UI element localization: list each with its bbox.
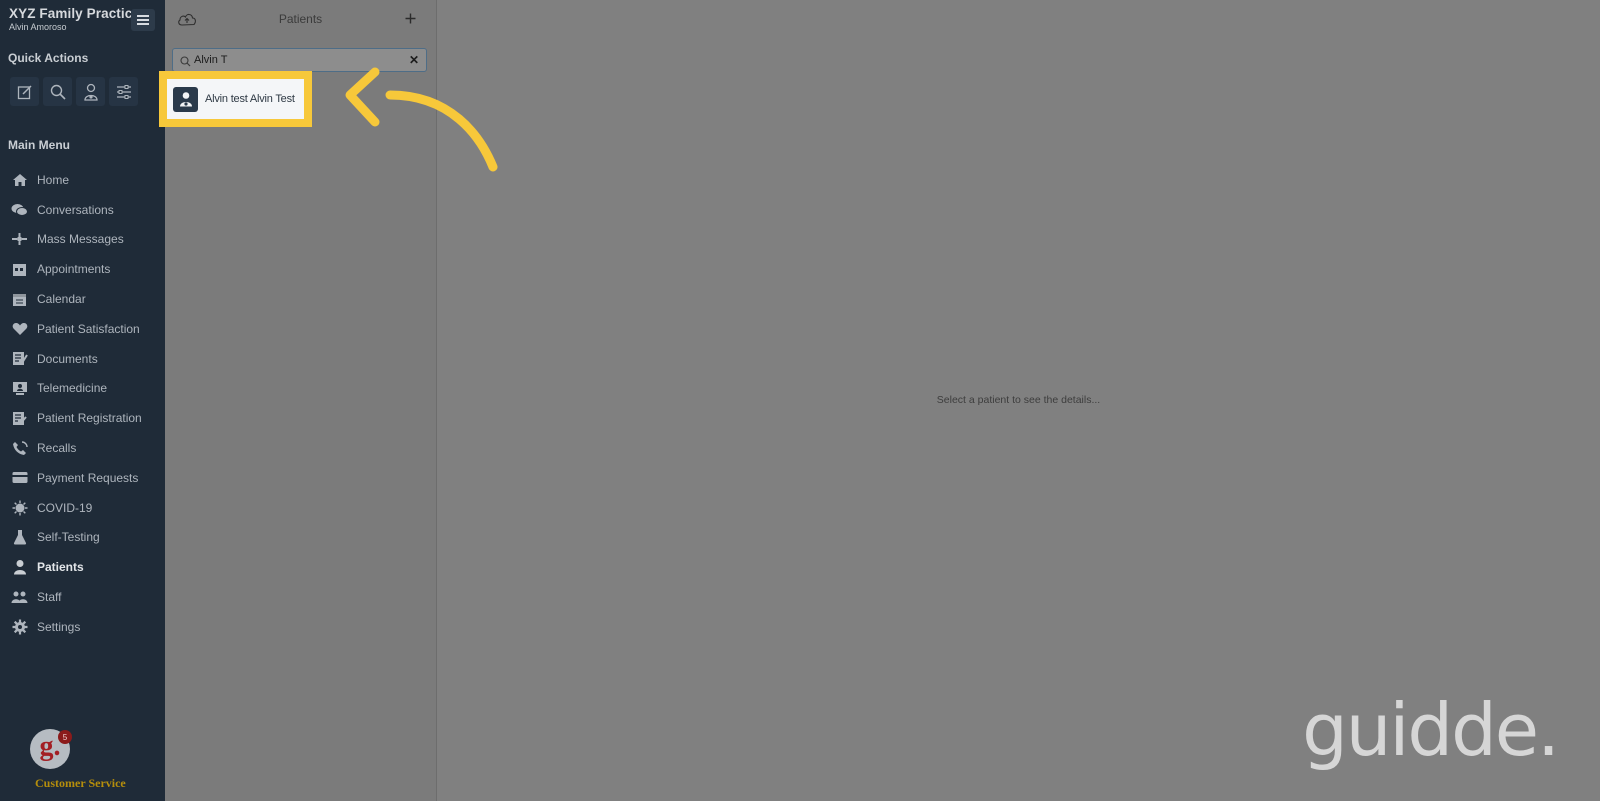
tutorial-arrow-icon bbox=[345, 67, 498, 172]
documents-icon bbox=[11, 351, 28, 367]
sidebar-item-settings[interactable]: Settings bbox=[0, 612, 165, 642]
sidebar-item-payment-requests[interactable]: Payment Requests bbox=[0, 463, 165, 493]
notification-badge: 5 bbox=[58, 730, 72, 744]
practice-name: XYZ Family Practice bbox=[9, 6, 140, 21]
quick-actions bbox=[10, 77, 138, 106]
sidebar-item-label: Conversations bbox=[37, 202, 114, 217]
patient-details-panel: Select a patient to see the details... g… bbox=[437, 0, 1600, 801]
sidebar-item-label: Self-Testing bbox=[37, 530, 100, 545]
main-menu: Home Conversations Mass Messages Appoint… bbox=[0, 165, 165, 642]
registration-icon bbox=[11, 410, 28, 426]
patient-result-item[interactable]: Alvin test Alvin Test bbox=[167, 79, 304, 119]
patient-add-icon bbox=[83, 83, 98, 101]
search-button[interactable] bbox=[43, 77, 72, 106]
broadcast-icon bbox=[11, 231, 28, 247]
gear-icon bbox=[11, 619, 28, 635]
sidebar-item-appointments[interactable]: Appointments bbox=[0, 254, 165, 284]
sidebar-item-label: Telemedicine bbox=[37, 381, 108, 396]
home-icon bbox=[11, 172, 28, 188]
chat-icon bbox=[11, 202, 28, 218]
virus-icon bbox=[11, 500, 28, 516]
highlight-frame: Alvin test Alvin Test bbox=[159, 71, 312, 127]
customer-service-label: Customer Service bbox=[35, 776, 126, 790]
sidebar: XYZ Family Practice Alvin Amoroso Quick … bbox=[0, 0, 166, 801]
guidde-watermark: guidde. bbox=[1302, 688, 1560, 772]
quick-actions-title: Quick Actions bbox=[8, 51, 89, 65]
sidebar-item-patient-registration[interactable]: Patient Registration bbox=[0, 403, 165, 433]
sliders-icon bbox=[116, 84, 131, 99]
empty-details-message: Select a patient to see the details... bbox=[936, 394, 1101, 406]
sidebar-item-label: COVID-19 bbox=[37, 500, 93, 515]
sidebar-item-mass-messages[interactable]: Mass Messages bbox=[0, 225, 165, 255]
patient-name: Alvin test Alvin Test bbox=[205, 93, 295, 105]
app-window: XYZ Family Practice Alvin Amoroso Quick … bbox=[0, 0, 1600, 801]
calendar-icon bbox=[11, 291, 28, 307]
compose-icon bbox=[17, 84, 32, 99]
sidebar-item-documents[interactable]: Documents bbox=[0, 344, 165, 374]
patients-header: Patients bbox=[165, 0, 436, 42]
sidebar-item-patient-satisfaction[interactable]: Patient Satisfaction bbox=[0, 314, 165, 344]
compose-button[interactable] bbox=[10, 77, 39, 106]
sidebar-item-label: Payment Requests bbox=[37, 470, 139, 485]
sidebar-item-label: Patient Satisfaction bbox=[37, 321, 140, 336]
sidebar-item-self-testing[interactable]: Self-Testing bbox=[0, 523, 165, 553]
patient-icon bbox=[11, 559, 28, 575]
sidebar-item-staff[interactable]: Staff bbox=[0, 582, 165, 612]
sidebar-item-label: Appointments bbox=[37, 262, 111, 277]
sidebar-item-recalls[interactable]: Recalls bbox=[0, 433, 165, 463]
telemedicine-icon bbox=[11, 380, 28, 396]
sidebar-item-label: Documents bbox=[37, 351, 98, 366]
sidebar-item-label: Patients bbox=[37, 560, 84, 575]
hamburger-icon bbox=[137, 15, 149, 25]
sidebar-item-label: Calendar bbox=[37, 292, 86, 307]
sidebar-item-telemedicine[interactable]: Telemedicine bbox=[0, 374, 165, 404]
phone-icon bbox=[11, 440, 28, 456]
sidebar-item-patients[interactable]: Patients bbox=[0, 552, 165, 582]
patients-title: Patients bbox=[278, 12, 323, 26]
main-menu-title: Main Menu bbox=[8, 138, 70, 152]
plus-icon bbox=[405, 13, 416, 24]
sidebar-item-label: Home bbox=[37, 172, 70, 187]
credit-card-icon bbox=[11, 470, 28, 486]
brand: XYZ Family Practice Alvin Amoroso bbox=[9, 6, 140, 32]
sidebar-item-covid-19[interactable]: COVID-19 bbox=[0, 493, 165, 523]
sidebar-item-conversations[interactable]: Conversations bbox=[0, 195, 165, 225]
sidebar-item-label: Mass Messages bbox=[37, 232, 124, 247]
sidebar-item-label: Settings bbox=[37, 619, 81, 634]
sidebar-item-label: Staff bbox=[37, 590, 62, 605]
search-icon bbox=[50, 84, 66, 100]
sidebar-item-calendar[interactable]: Calendar bbox=[0, 284, 165, 314]
user-name: Alvin Amoroso bbox=[9, 22, 67, 32]
sidebar-item-label: Patient Registration bbox=[37, 411, 142, 426]
hamburger-menu-button[interactable] bbox=[131, 9, 155, 31]
add-patient-button[interactable] bbox=[76, 77, 105, 106]
heart-icon bbox=[11, 321, 28, 337]
sidebar-item-label: Recalls bbox=[37, 441, 77, 456]
add-patient-button[interactable] bbox=[405, 11, 416, 29]
patient-avatar-icon bbox=[173, 86, 198, 112]
sidebar-item-home[interactable]: Home bbox=[0, 165, 165, 195]
appointments-icon bbox=[11, 261, 28, 277]
flask-icon bbox=[11, 529, 28, 545]
filters-button[interactable] bbox=[109, 77, 138, 106]
search-icon bbox=[180, 54, 191, 72]
staff-icon bbox=[11, 589, 28, 605]
